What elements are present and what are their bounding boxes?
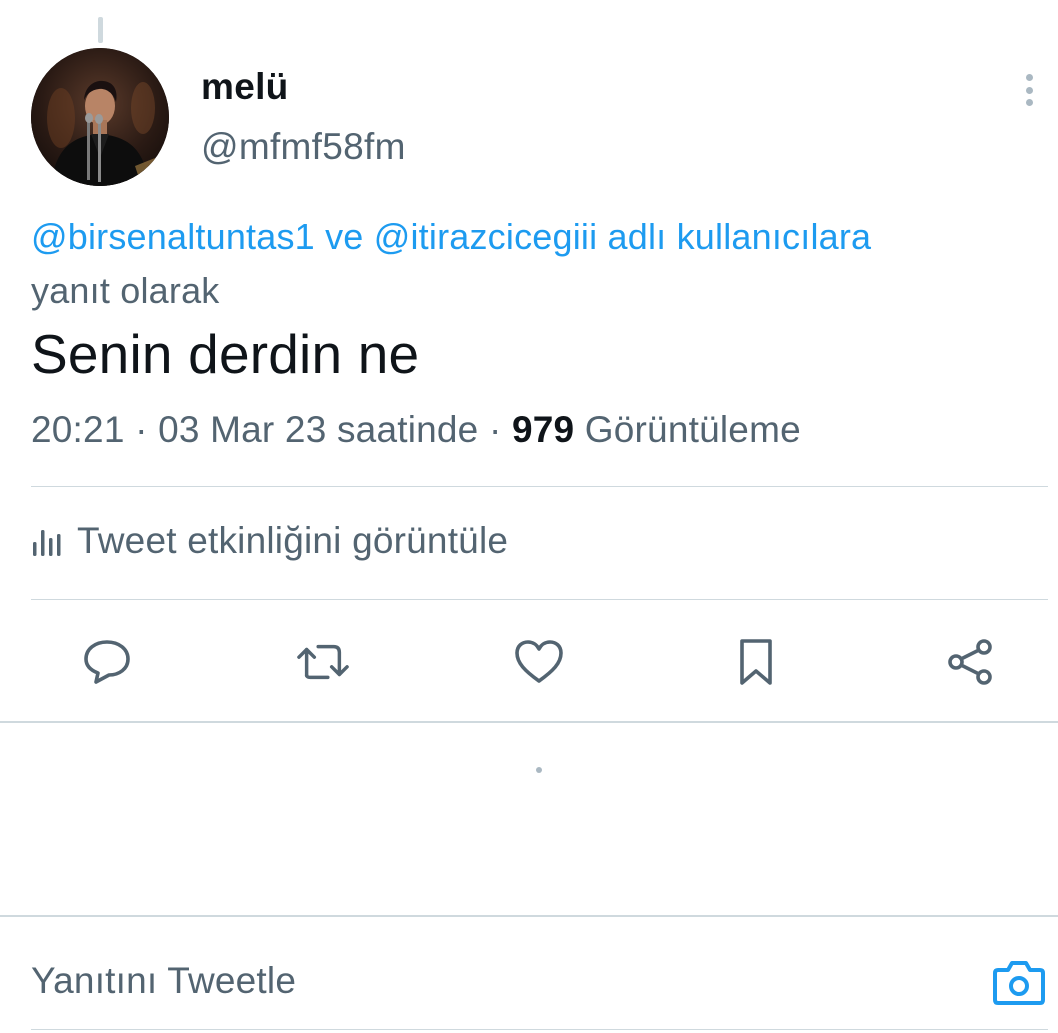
mention-link[interactable]: @birsenaltuntas1 <box>31 216 315 257</box>
retweet-button[interactable] <box>297 636 349 688</box>
activity-label: Tweet etkinliğini görüntüle <box>77 520 509 561</box>
avatar[interactable] <box>31 48 169 186</box>
bookmark-button[interactable] <box>730 636 782 688</box>
reply-button[interactable] <box>81 636 133 688</box>
share-icon <box>948 639 992 685</box>
thread-connector-line <box>98 17 103 43</box>
views-count: 979 <box>511 409 575 450</box>
meta-separator: · <box>488 409 502 450</box>
view-tweet-activity-link[interactable]: Tweet etkinliğini görüntüle <box>31 520 508 562</box>
tweet-date[interactable]: 03 Mar 23 saatinde <box>158 409 478 450</box>
reply-context-suffix[interactable]: adlı kullanıcılara <box>608 216 872 257</box>
more-options-icon[interactable] <box>1014 68 1044 112</box>
reply-connector[interactable]: ve <box>325 216 363 257</box>
tweet-text: Senin derdin ne <box>31 323 420 385</box>
author-handle[interactable]: @mfmf58fm <box>201 126 406 168</box>
bookmark-icon <box>740 639 772 685</box>
share-button[interactable] <box>944 636 996 688</box>
camera-button[interactable] <box>992 958 1046 1008</box>
more-dot <box>1025 86 1033 94</box>
reply-icon <box>84 640 130 684</box>
tweet-time[interactable]: 20:21 <box>31 409 125 450</box>
meta-separator: · <box>135 409 148 450</box>
divider <box>0 721 1058 723</box>
divider <box>31 599 1048 600</box>
divider <box>31 486 1048 487</box>
reply-context: @birsenaltuntas1 ve @itirazcicegiii adlı… <box>31 216 871 258</box>
analytics-icon <box>33 530 61 556</box>
divider <box>31 1029 1048 1030</box>
views-label: Görüntüleme <box>584 409 801 450</box>
tweet-meta: 20:21 · 03 Mar 23 saatinde · 979 Görüntü… <box>31 409 801 451</box>
heart-icon <box>515 640 563 683</box>
divider <box>0 915 1058 917</box>
more-dot <box>1025 74 1033 81</box>
like-button[interactable] <box>513 636 565 688</box>
mention-link[interactable]: @itirazcicegiii <box>374 216 598 257</box>
more-dot <box>1025 99 1033 106</box>
reply-context-label: yanıt olarak <box>31 270 220 311</box>
author-display-name[interactable]: melü <box>201 66 289 108</box>
camera-icon <box>993 961 1045 1005</box>
loading-indicator <box>536 767 542 773</box>
reply-input[interactable]: Yanıtını Tweetle <box>31 960 296 1002</box>
retweet-icon <box>297 644 349 680</box>
